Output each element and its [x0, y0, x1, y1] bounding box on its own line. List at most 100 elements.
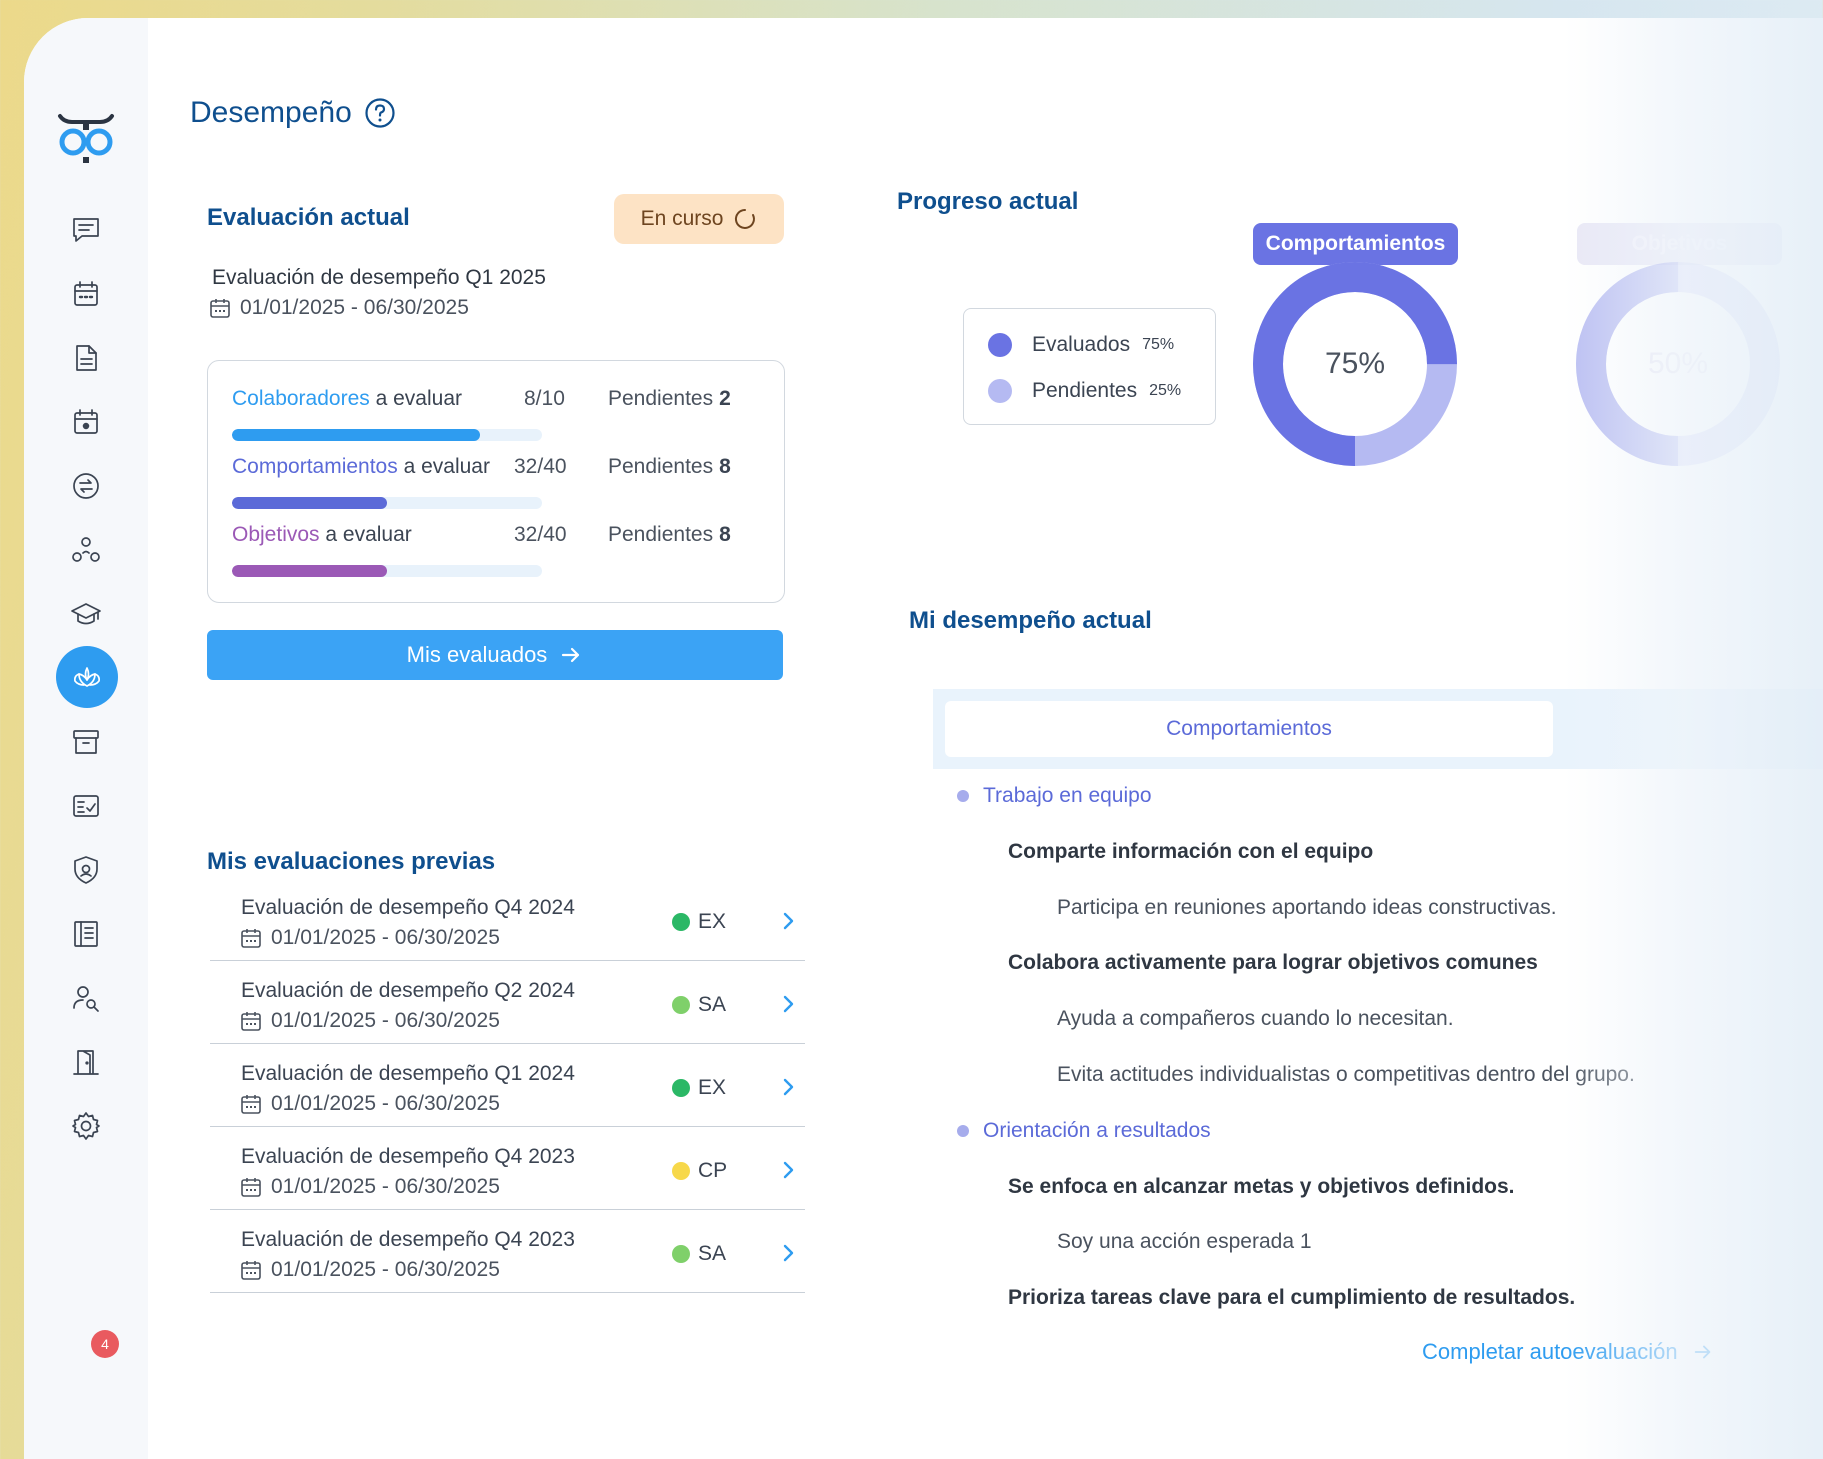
progress-bar: [232, 497, 542, 509]
previous-eval-name: Evaluación de desempeño Q4 2024: [241, 896, 575, 919]
exchange-icon[interactable]: [54, 454, 118, 518]
chevron-right-icon[interactable]: [778, 1242, 798, 1264]
calendar-icon: [241, 1261, 261, 1280]
user-search-icon[interactable]: [54, 966, 118, 1030]
team-icon[interactable]: [54, 518, 118, 582]
shield-icon[interactable]: [54, 838, 118, 902]
expected-action-item: Ayuda a compañeros cuando lo necesitan.: [1057, 1007, 1454, 1031]
stat-highlight: Objetivos: [232, 523, 320, 546]
calendar-icon: [241, 1095, 261, 1114]
help-icon[interactable]: [364, 97, 396, 129]
progress-bar: [232, 565, 542, 577]
previous-eval-date-text: 01/01/2025 - 06/30/2025: [271, 1092, 500, 1115]
stat-rest: a evaluar: [369, 387, 462, 410]
tab-comportamientos[interactable]: Comportamientos: [1253, 223, 1458, 265]
stat-pending: Pendientes 2: [608, 387, 731, 411]
previous-eval-name: Evaluación de desempeño Q4 2023: [241, 1228, 575, 1251]
chevron-right-icon[interactable]: [778, 910, 798, 932]
current-eval-date-text: 01/01/2025 - 06/30/2025: [240, 296, 469, 319]
rating-dot: [672, 1162, 690, 1180]
status-text: En curso: [640, 207, 724, 230]
previous-eval-row[interactable]: Evaluación de desempeño Q4 2023 01/01/20…: [210, 1210, 805, 1293]
previous-eval-date-text: 01/01/2025 - 06/30/2025: [271, 1009, 500, 1032]
door-icon[interactable]: [54, 1030, 118, 1094]
stat-pending-value: 8: [719, 455, 731, 478]
arrow-right-icon: [1694, 1345, 1710, 1359]
previous-eval-row[interactable]: Evaluación de desempeño Q4 2024 01/01/20…: [210, 878, 805, 961]
stat-label: Objetivos a evaluar: [232, 523, 412, 547]
previous-eval-date-text: 01/01/2025 - 06/30/2025: [271, 1258, 500, 1281]
category-label: Trabajo en equipo: [983, 784, 1152, 807]
current-eval-dates: 01/01/2025 - 06/30/2025: [208, 296, 469, 320]
previous-eval-date-text: 01/01/2025 - 06/30/2025: [271, 926, 500, 949]
bullet-dot: [957, 1124, 969, 1137]
calendar-icon[interactable]: [54, 262, 118, 326]
rating-badge: CP: [672, 1159, 727, 1183]
stat-label: Comportamientos a evaluar: [232, 455, 490, 479]
legend-label: Evaluados: [1032, 333, 1131, 356]
stat-count: 32/40: [514, 523, 567, 546]
progress-bar: [232, 429, 542, 441]
lotus-icon[interactable]: [56, 646, 118, 708]
rating-dot: [672, 1245, 690, 1263]
expected-action-item: Soy una acción esperada 1: [1057, 1230, 1312, 1254]
legend-label: Pendientes: [1032, 379, 1138, 402]
category-label: Orientación a resultados: [983, 1118, 1211, 1142]
current-eval-heading: Evaluación actual: [207, 204, 410, 231]
stat-pending-value: 2: [719, 387, 731, 410]
previous-eval-dates: 01/01/2025 - 06/30/2025: [239, 1092, 500, 1116]
legend-item-pendientes: Pendientes 25%: [988, 379, 1181, 403]
notification-badge[interactable]: 4: [91, 1330, 119, 1358]
behavior-item: Comparte información con el equipo: [1008, 839, 1374, 863]
previous-eval-row[interactable]: Evaluación de desempeño Q1 2024 01/01/20…: [210, 1044, 805, 1127]
mis-evaluados-label: Mis evaluados: [406, 642, 548, 667]
previous-eval-dates: 01/01/2025 - 06/30/2025: [239, 1009, 500, 1033]
cta-label: Completar autoevaluación: [1422, 1339, 1678, 1364]
complete-self-eval-link[interactable]: Completar autoevaluación: [1422, 1339, 1714, 1365]
previous-eval-name: Evaluación de desempeño Q1 2024: [241, 1062, 575, 1085]
mis-evaluados-button[interactable]: Mis evaluados: [207, 630, 783, 680]
chat-icon[interactable]: [54, 198, 118, 262]
tab-objetivos[interactable]: Objetivos: [1577, 223, 1782, 265]
chart-legend: Evaluados 75% Pendientes 25%: [963, 308, 1216, 425]
book-icon[interactable]: [54, 902, 118, 966]
previous-evals-heading: Mis evaluaciones previas: [207, 848, 496, 875]
stat-highlight: Colaboradores: [232, 387, 370, 410]
progress-fill: [232, 497, 387, 509]
logo-icon: [58, 114, 114, 163]
legend-value: 25%: [1149, 382, 1182, 399]
event-icon[interactable]: [54, 390, 118, 454]
chevron-right-icon[interactable]: [778, 1076, 798, 1098]
stat-highlight: Comportamientos: [232, 455, 398, 478]
previous-evals-list: Evaluación de desempeño Q4 2024 01/01/20…: [210, 878, 805, 1293]
stat-label: Colaboradores a evaluar: [232, 387, 462, 411]
previous-eval-dates: 01/01/2025 - 06/30/2025: [239, 926, 500, 950]
donut-comportamientos-label: 75%: [1324, 347, 1386, 380]
chevron-right-icon[interactable]: [778, 1159, 798, 1181]
loading-icon: [735, 208, 756, 229]
donut-objetivos-label: 50%: [1647, 347, 1709, 380]
rating-dot: [672, 1079, 690, 1097]
document-icon[interactable]: [54, 326, 118, 390]
previous-eval-name: Evaluación de desempeño Q2 2024: [241, 979, 575, 1002]
chevron-right-icon[interactable]: [778, 993, 798, 1015]
rating-dot: [672, 913, 690, 931]
status-badge: En curso: [614, 194, 784, 244]
checklist-icon[interactable]: [54, 774, 118, 838]
previous-eval-row[interactable]: Evaluación de desempeño Q2 2024 01/01/20…: [210, 961, 805, 1044]
legend-swatch: [988, 379, 1012, 403]
tab-perf-comportamientos[interactable]: Comportamientos: [945, 701, 1553, 757]
calendar-icon: [210, 299, 230, 318]
behavior-item: Prioriza tareas clave para el cumplimien…: [1008, 1286, 1576, 1310]
gear-icon[interactable]: [54, 1094, 118, 1158]
stat-pending-label: Pendientes: [608, 523, 714, 546]
legend-item-evaluados: Evaluados 75%: [988, 333, 1174, 357]
previous-eval-date-text: 01/01/2025 - 06/30/2025: [271, 1175, 500, 1198]
archive-icon[interactable]: [54, 710, 118, 774]
competency-category: Trabajo en equipo: [957, 784, 1152, 808]
graduation-icon[interactable]: [54, 582, 118, 646]
previous-eval-name: Evaluación de desempeño Q4 2023: [241, 1145, 575, 1168]
previous-eval-row[interactable]: Evaluación de desempeño Q4 2023 01/01/20…: [210, 1127, 805, 1210]
rating-badge: SA: [672, 993, 726, 1017]
calendar-icon: [241, 1178, 261, 1197]
